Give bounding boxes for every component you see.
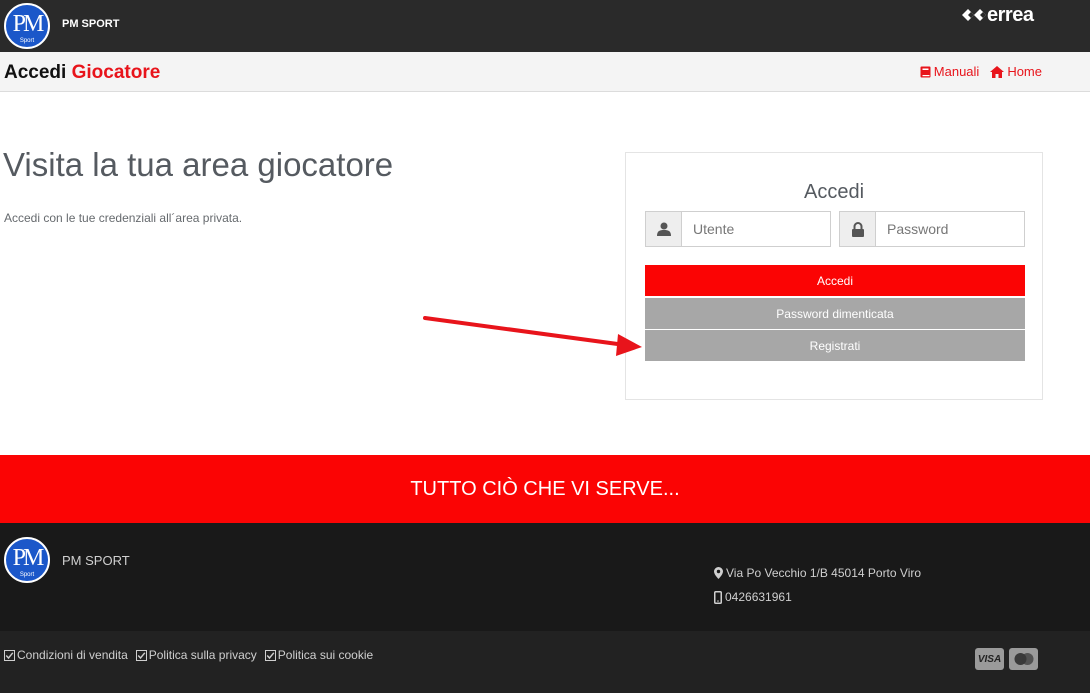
checkbox-icon bbox=[4, 649, 15, 661]
errea-diamond-icon bbox=[962, 9, 986, 21]
footer-phone-row: 0426631961 bbox=[714, 585, 921, 609]
map-marker-icon bbox=[714, 567, 723, 579]
password-field bbox=[839, 211, 1025, 247]
page-title-accent: Giocatore bbox=[71, 62, 161, 83]
book-icon bbox=[920, 66, 931, 77]
nav-link-manuali[interactable]: Manuali bbox=[920, 64, 980, 79]
mastercard-circles-icon bbox=[1014, 653, 1033, 665]
checkbox-icon bbox=[264, 649, 276, 661]
mobile-phone-icon bbox=[714, 590, 722, 604]
login-panel: Accedi Accedi Password dimenticata Regis… bbox=[625, 152, 1043, 400]
top-bar: PM Sport PM SPORT errea bbox=[0, 0, 1090, 52]
home-icon bbox=[990, 65, 1005, 78]
username-input[interactable] bbox=[682, 212, 830, 246]
login-title: Accedi bbox=[803, 181, 865, 203]
hero-title: Visita la tua area giocatore bbox=[3, 146, 394, 183]
footer: PM Sport PM SPORT Via Po Vecchio 1/B 450… bbox=[0, 523, 1090, 631]
footer-phone[interactable]: 0426631961 bbox=[725, 590, 792, 604]
brand-name: PM SPORT bbox=[62, 18, 120, 30]
legal-link-cookies[interactable]: Politica sui cookie bbox=[264, 648, 374, 662]
legal-link-privacy-label: Politica sulla privacy bbox=[148, 648, 257, 662]
mastercard-icon bbox=[1009, 648, 1038, 670]
legal-link-conditions-label: Condizioni di vendita bbox=[17, 648, 128, 662]
pm-sport-logo[interactable]: PM Sport bbox=[4, 3, 50, 49]
header-nav: Manuali Home bbox=[920, 64, 1042, 79]
visa-label: VISA bbox=[977, 653, 1002, 665]
promo-banner-text: TUTTO CIÒ CHE VI SERVE... bbox=[410, 477, 680, 500]
page-title: Accedi Giocatore bbox=[4, 62, 160, 84]
lock-icon bbox=[851, 221, 864, 237]
legal-link-privacy[interactable]: Politica sulla privacy bbox=[135, 648, 257, 662]
footer-address-row: Via Po Vecchio 1/B 45014 Porto Viro bbox=[714, 561, 921, 585]
page-title-prefix: Accedi bbox=[4, 62, 67, 83]
nav-link-home-label: Home bbox=[1007, 64, 1042, 79]
password-input[interactable] bbox=[876, 212, 1024, 246]
footer-contact: Via Po Vecchio 1/B 45014 Porto Viro 0426… bbox=[714, 561, 921, 609]
bottom-bar: Condizioni di vendita Politica sulla pri… bbox=[0, 631, 1090, 693]
register-button[interactable]: Registrati bbox=[645, 330, 1025, 361]
footer-logo[interactable]: PM Sport bbox=[4, 537, 50, 583]
nav-link-home[interactable]: Home bbox=[990, 64, 1042, 79]
errea-logo: errea bbox=[962, 4, 1042, 26]
user-icon bbox=[656, 222, 671, 236]
password-addon bbox=[840, 212, 876, 246]
footer-logo-subtext: Sport bbox=[19, 572, 35, 578]
nav-link-manuali-label: Manuali bbox=[933, 64, 980, 79]
username-field bbox=[645, 211, 831, 247]
page-header: Accedi Giocatore Manuali Home bbox=[0, 52, 1090, 92]
logo-subtext: Sport bbox=[19, 38, 35, 44]
legal-links: Condizioni di vendita Politica sulla pri… bbox=[4, 648, 373, 662]
logo-monogram: PM bbox=[12, 11, 45, 37]
checkbox-icon bbox=[135, 649, 147, 661]
username-addon bbox=[646, 212, 682, 246]
red-arrow-annotation bbox=[423, 316, 642, 356]
footer-brand-name: PM SPORT bbox=[62, 553, 130, 568]
login-button[interactable]: Accedi bbox=[645, 265, 1025, 296]
legal-link-cookies-label: Politica sui cookie bbox=[277, 648, 374, 662]
visa-card-icon: VISA bbox=[975, 648, 1004, 670]
promo-banner: TUTTO CIÒ CHE VI SERVE... bbox=[0, 455, 1090, 523]
footer-logo-monogram: PM bbox=[12, 545, 45, 571]
legal-link-conditions[interactable]: Condizioni di vendita bbox=[4, 648, 128, 662]
errea-wordmark: errea bbox=[987, 4, 1034, 26]
hero-description: Accedi con le tue credenziali all´area p… bbox=[4, 211, 243, 225]
footer-address: Via Po Vecchio 1/B 45014 Porto Viro bbox=[726, 566, 922, 580]
forgot-password-button[interactable]: Password dimenticata bbox=[645, 298, 1025, 329]
